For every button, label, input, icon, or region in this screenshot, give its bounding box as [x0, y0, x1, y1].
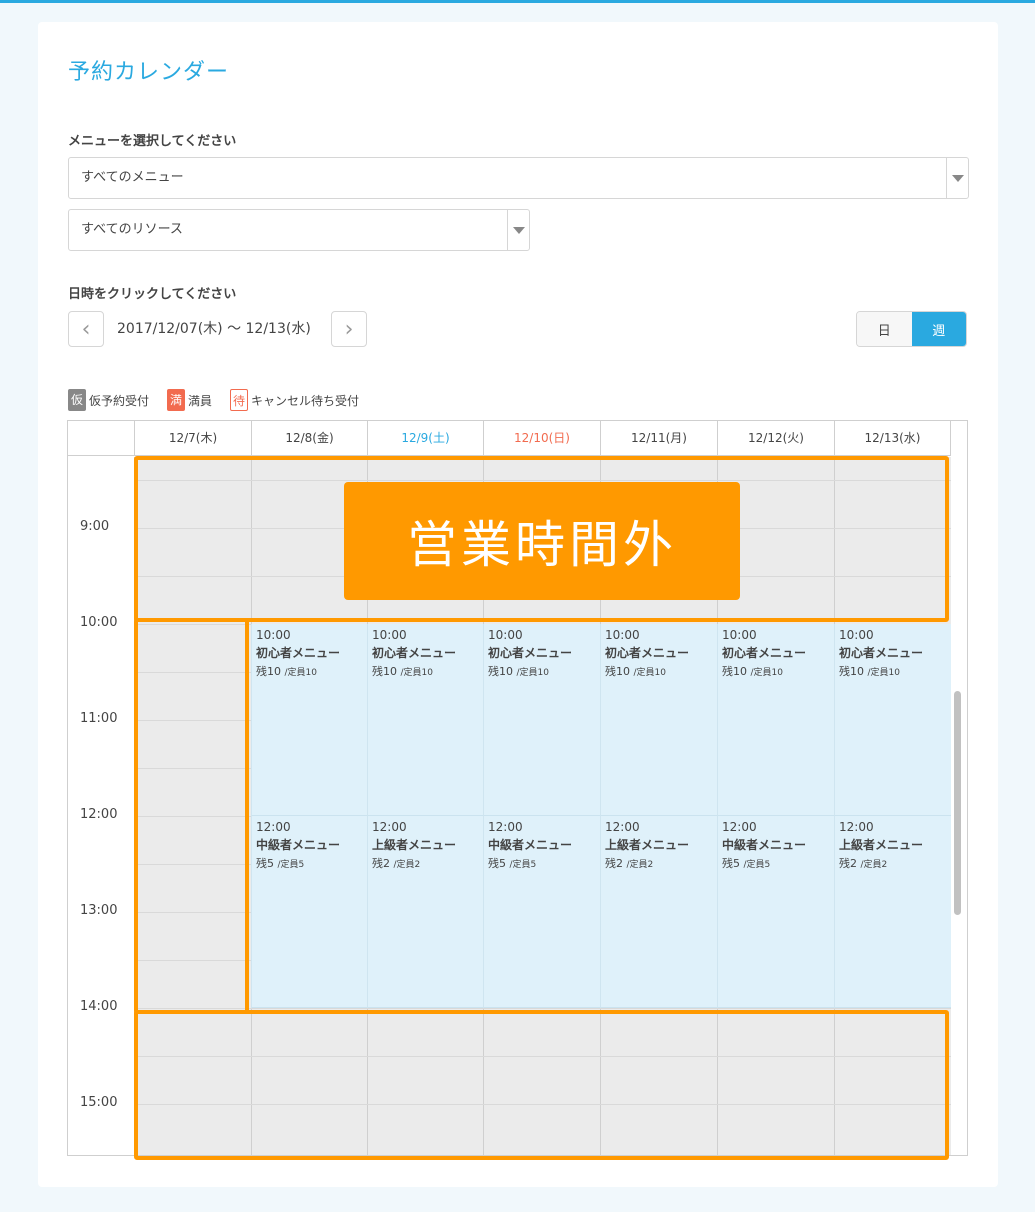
time-slot[interactable]: 10:00 初心者メニュー 残10 /定員10 — [251, 624, 367, 816]
legend-item-provisional: 仮 仮予約受付 — [68, 389, 149, 411]
chevron-left-icon: ‹ — [81, 316, 91, 342]
grid-line — [135, 1008, 951, 1009]
slot-menu: 初心者メニュー — [372, 646, 457, 660]
time-label: 14:00 — [80, 999, 118, 1014]
legend-text: キャンセル待ち受付 — [251, 393, 360, 408]
slot-menu: 上級者メニュー — [605, 838, 690, 852]
slot-menu: 初心者メニュー — [256, 646, 341, 660]
slot-menu: 中級者メニュー — [488, 838, 573, 852]
slot-menu: 中級者メニュー — [722, 838, 807, 852]
closed-hours-highlight-bottom — [134, 1010, 949, 1160]
day-header: 12/12(火) — [717, 421, 834, 456]
time-slot[interactable]: 12:00 中級者メニュー 残5 /定員5 — [717, 816, 834, 1008]
prev-week-button[interactable]: ‹ — [68, 311, 104, 347]
time-label: 9:00 — [80, 519, 110, 534]
date-label: 日時をクリックしてください — [68, 287, 237, 302]
slot-time: 12:00 — [488, 820, 523, 834]
time-slot[interactable]: 10:00 初心者メニュー 残10 /定員10 — [367, 624, 483, 816]
time-label: 10:00 — [80, 615, 118, 630]
time-label: 11:00 — [80, 711, 118, 726]
day-view-button[interactable]: 日 — [857, 312, 912, 346]
time-label: 13:00 — [80, 903, 118, 918]
chevron-down-icon — [507, 210, 529, 250]
view-toggle: 日 週 — [856, 311, 967, 347]
time-slot[interactable]: 10:00 初心者メニュー 残10 /定員10 — [834, 624, 951, 816]
slot-remaining: 残2 /定員2 — [605, 857, 654, 870]
menu-label: メニューを選択してください — [68, 134, 237, 149]
legend: 仮 仮予約受付 満 満員 待 キャンセル待ち受付 — [68, 389, 377, 411]
slot-menu: 初心者メニュー — [839, 646, 924, 660]
full-badge: 満 — [167, 389, 186, 411]
slot-menu: 初心者メニュー — [722, 646, 807, 660]
slot-remaining: 残10 /定員10 — [372, 665, 433, 678]
calendar-scrollbar[interactable] — [954, 691, 961, 915]
day-header: 12/9(土) — [367, 421, 483, 456]
time-slot[interactable]: 10:00 初心者メニュー 残10 /定員10 — [600, 624, 717, 816]
legend-item-waitlist: 待 キャンセル待ち受付 — [230, 389, 359, 411]
slot-time: 12:00 — [722, 820, 757, 834]
date-range: 2017/12/07(木) 〜 12/13(水) — [117, 321, 311, 337]
slot-remaining: 残2 /定員2 — [372, 857, 421, 870]
slot-remaining: 残5 /定員5 — [488, 857, 537, 870]
day-header: 12/7(木) — [134, 421, 251, 456]
day-header: 12/13(水) — [834, 421, 951, 456]
business-hours-edge — [245, 618, 249, 1014]
legend-item-full: 満 満員 — [167, 389, 212, 411]
chevron-right-icon: › — [344, 316, 354, 342]
menu-select[interactable]: すべてのメニュー — [68, 157, 969, 199]
chevron-down-icon — [946, 158, 968, 198]
slot-time: 10:00 — [722, 628, 757, 642]
provisional-badge: 仮 — [68, 389, 86, 411]
slot-menu: 中級者メニュー — [256, 838, 341, 852]
slot-menu: 上級者メニュー — [372, 838, 457, 852]
slot-remaining: 残10 /定員10 — [605, 665, 666, 678]
page-title: 予約カレンダー — [68, 60, 230, 85]
legend-text: 仮予約受付 — [89, 393, 150, 408]
slot-remaining: 残10 /定員10 — [722, 665, 783, 678]
slot-menu: 上級者メニュー — [839, 838, 924, 852]
waitlist-badge: 待 — [230, 389, 249, 411]
slot-time: 10:00 — [839, 628, 874, 642]
closed-hours-highlight-left — [134, 618, 250, 1014]
time-slot[interactable]: 12:00 上級者メニュー 残2 /定員2 — [600, 816, 717, 1008]
time-slot[interactable]: 12:00 上級者メニュー 残2 /定員2 — [834, 816, 951, 1008]
closed-hours-label: 営業時間外 — [344, 482, 740, 600]
slot-time: 12:00 — [605, 820, 640, 834]
next-week-button[interactable]: › — [331, 311, 367, 347]
slot-menu: 初心者メニュー — [488, 646, 573, 660]
day-header: 12/8(金) — [251, 421, 367, 456]
slot-remaining: 残10 /定員10 — [256, 665, 317, 678]
time-slot[interactable]: 10:00 初心者メニュー 残10 /定員10 — [483, 624, 600, 816]
slot-remaining: 残2 /定員2 — [839, 857, 888, 870]
slot-time: 10:00 — [605, 628, 640, 642]
slot-time: 10:00 — [256, 628, 291, 642]
time-slot[interactable]: 10:00 初心者メニュー 残10 /定員10 — [717, 624, 834, 816]
slot-remaining: 残5 /定員5 — [722, 857, 771, 870]
time-slot[interactable]: 12:00 上級者メニュー 残2 /定員2 — [367, 816, 483, 1008]
day-header: 12/10(日) — [483, 421, 600, 456]
week-view-button[interactable]: 週 — [911, 312, 966, 346]
slot-remaining: 残5 /定員5 — [256, 857, 305, 870]
time-slot[interactable]: 12:00 中級者メニュー 残5 /定員5 — [483, 816, 600, 1008]
day-header: 12/11(月) — [600, 421, 717, 456]
slot-remaining: 残10 /定員10 — [488, 665, 549, 678]
time-label: 12:00 — [80, 807, 118, 822]
top-accent-bar — [0, 0, 1035, 3]
slot-menu: 初心者メニュー — [605, 646, 690, 660]
time-slot[interactable]: 12:00 中級者メニュー 残5 /定員5 — [251, 816, 367, 1008]
menu-select-value: すべてのメニュー — [81, 170, 184, 185]
resource-select-value: すべてのリソース — [81, 222, 183, 237]
legend-text: 満員 — [188, 393, 213, 408]
slot-time: 12:00 — [839, 820, 874, 834]
resource-select[interactable]: すべてのリソース — [68, 209, 530, 251]
slot-time: 12:00 — [372, 820, 407, 834]
slot-time: 10:00 — [488, 628, 523, 642]
calendar-header: 12/7(木) 12/8(金) 12/9(土) 12/10(日) 12/11(月… — [68, 421, 951, 456]
slot-time: 10:00 — [372, 628, 407, 642]
slot-remaining: 残10 /定員10 — [839, 665, 900, 678]
slot-time: 12:00 — [256, 820, 291, 834]
time-label: 15:00 — [80, 1095, 118, 1110]
